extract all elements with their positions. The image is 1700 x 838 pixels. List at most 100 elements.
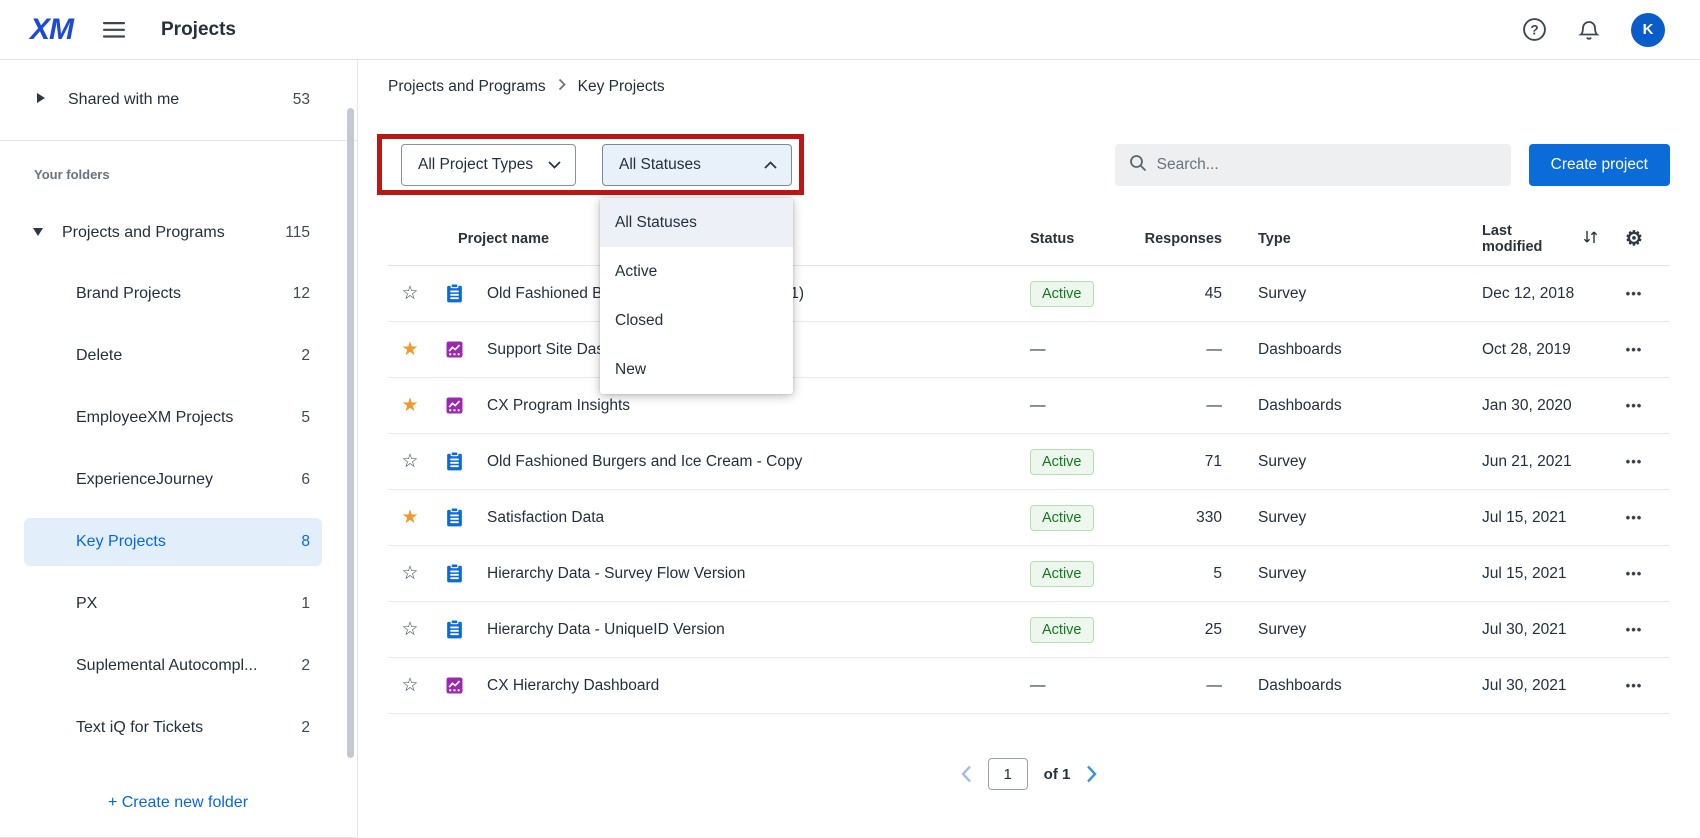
breadcrumb-chevron-icon (558, 78, 566, 96)
project-name[interactable]: Satisfaction Data (476, 509, 1020, 527)
folder-label: Brand Projects (76, 285, 293, 303)
breadcrumb-item-projects-and-programs[interactable]: Projects and Programs (388, 78, 546, 96)
status-dropdown-menu: All StatusesActiveClosedNew (600, 198, 793, 394)
project-type-select[interactable]: All Project Types (401, 144, 576, 186)
folder-count: 1 (301, 595, 310, 613)
status-cell: — (1020, 677, 1128, 695)
folder-label: Text iQ for Tickets (76, 719, 301, 737)
folder-count: 2 (301, 719, 310, 737)
status-option-closed[interactable]: Closed (600, 296, 793, 345)
type-cell: Dashboards (1228, 397, 1458, 415)
row-actions-button[interactable]: ••• (1598, 342, 1670, 357)
next-page-button[interactable] (1086, 765, 1097, 783)
row-actions-button[interactable]: ••• (1598, 454, 1670, 469)
modified-cell: Jul 30, 2021 (1458, 677, 1598, 695)
row-actions-button[interactable]: ••• (1598, 398, 1670, 413)
status-option-new[interactable]: New (600, 345, 793, 394)
table-row[interactable]: ★CX Program Insights——DashboardsJan 30, … (388, 378, 1670, 434)
table-row[interactable]: ☆Hierarchy Data - UniqueID VersionActive… (388, 602, 1670, 658)
status-option-active[interactable]: Active (600, 247, 793, 296)
sidebar-item-experiencejourney[interactable]: ExperienceJourney6 (24, 456, 322, 504)
status-empty: — (1030, 397, 1046, 414)
column-header-status[interactable]: Status (1020, 231, 1128, 247)
global-nav-menu-icon[interactable] (103, 22, 125, 38)
sidebar-item-delete[interactable]: Delete2 (24, 332, 322, 380)
help-button[interactable]: ? (1522, 17, 1547, 42)
sidebar-item-suplemental-autocompl[interactable]: Suplemental Autocompl...2 (24, 642, 322, 690)
last-modified-label: Last modified (1482, 223, 1576, 255)
project-name[interactable]: CX Program Insights (476, 397, 1020, 415)
notifications-bell-button[interactable] (1577, 18, 1601, 42)
search-input[interactable] (1157, 156, 1497, 174)
star-filled-icon[interactable]: ★ (388, 506, 432, 529)
star-outline-icon[interactable]: ☆ (388, 674, 432, 697)
star-outline-icon[interactable]: ☆ (388, 618, 432, 641)
sidebar-folder-list: Brand Projects12Delete2EmployeeXM Projec… (0, 270, 357, 752)
star-outline-icon[interactable]: ☆ (388, 562, 432, 585)
column-header-responses[interactable]: Responses (1128, 231, 1228, 247)
star-filled-icon[interactable]: ★ (388, 394, 432, 417)
folder-label: PX (76, 595, 301, 613)
chevron-down-icon (32, 224, 44, 242)
status-select[interactable]: All Statuses (602, 144, 792, 186)
sidebar-item-employeexm-projects[interactable]: EmployeeXM Projects5 (24, 394, 322, 442)
project-name[interactable]: CX Hierarchy Dashboard (476, 677, 1020, 695)
responses-cell: — (1128, 677, 1228, 695)
sidebar-item-shared-with-me[interactable]: Shared with me 53 (0, 60, 357, 141)
responses-cell: 25 (1128, 621, 1228, 639)
dashboard-icon (432, 339, 476, 360)
create-new-folder-button[interactable]: + Create new folder (108, 794, 248, 812)
top-bar: XM Projects ? K (0, 0, 1700, 60)
table-row[interactable]: ★Satisfaction DataActive330SurveyJul 15,… (388, 490, 1670, 546)
star-outline-icon[interactable]: ☆ (388, 450, 432, 473)
folder-count: 2 (301, 347, 310, 365)
sidebar-item-projects-and-programs[interactable]: Projects and Programs 115 (0, 224, 357, 242)
star-filled-icon[interactable]: ★ (388, 338, 432, 361)
shared-with-me-label: Shared with me (68, 91, 293, 109)
table-row[interactable]: ☆ Old Fashioned Burgers and Ice Cream - C… (388, 434, 1670, 490)
page-number-input[interactable] (988, 758, 1028, 790)
modified-cell: Dec 12, 2018 (1458, 285, 1598, 303)
folder-count: 5 (301, 409, 310, 427)
table-row[interactable]: ☆Old Fashioned Burgers and Ice Cream (Qu… (388, 266, 1670, 322)
column-header-last-modified[interactable]: Last modified (1458, 223, 1598, 255)
page-title: Projects (161, 19, 236, 41)
folder-label: Suplemental Autocompl... (76, 657, 301, 675)
previous-page-button[interactable] (961, 765, 972, 783)
folder-count: 6 (301, 471, 310, 489)
star-outline-icon[interactable]: ☆ (388, 282, 432, 305)
user-avatar[interactable]: K (1631, 13, 1665, 47)
table-row[interactable]: ★Support Site Dashboard——DashboardsOct 2… (388, 322, 1670, 378)
status-option-all-statuses[interactable]: All Statuses (600, 198, 793, 247)
create-project-button[interactable]: Create project (1529, 144, 1670, 186)
your-folders-label: Your folders (34, 167, 357, 182)
type-cell: Dashboards (1228, 341, 1458, 359)
sidebar-item-px[interactable]: PX1 (24, 580, 322, 628)
row-actions-button[interactable]: ••• (1598, 622, 1670, 637)
table-row[interactable]: ☆CX Hierarchy Dashboard——DashboardsJul 3… (388, 658, 1670, 714)
folder-label: EmployeeXM Projects (76, 409, 301, 427)
svg-text:?: ? (1530, 22, 1538, 37)
main-content: Projects and Programs Key Projects All P… (358, 60, 1700, 838)
modified-cell: Jul 30, 2021 (1458, 621, 1598, 639)
row-actions-button[interactable]: ••• (1598, 286, 1670, 301)
sidebar-item-text-iq-for-tickets[interactable]: Text iQ for Tickets2 (24, 704, 322, 752)
folder-label: Key Projects (76, 533, 301, 551)
table-row[interactable]: ☆Hierarchy Data - Survey Flow VersionAct… (388, 546, 1670, 602)
project-name[interactable]: Hierarchy Data - UniqueID Version (476, 621, 1020, 639)
status-cell: — (1020, 341, 1128, 359)
modified-cell: Jan 30, 2020 (1458, 397, 1598, 415)
row-actions-button[interactable]: ••• (1598, 566, 1670, 581)
type-cell: Survey (1228, 285, 1458, 303)
sidebar-scrollbar[interactable] (347, 108, 354, 758)
sidebar-item-key-projects[interactable]: Key Projects8 (24, 518, 322, 566)
xm-logo[interactable]: XM (30, 13, 73, 47)
project-name[interactable]: Old Fashioned Burgers and Ice Cream - Co… (476, 453, 1020, 471)
row-actions-button[interactable]: ••• (1598, 510, 1670, 525)
sidebar-item-brand-projects[interactable]: Brand Projects12 (24, 270, 322, 318)
column-header-type[interactable]: Type (1228, 231, 1458, 247)
chevron-right-icon (36, 91, 46, 109)
project-name[interactable]: Hierarchy Data - Survey Flow Version (476, 565, 1020, 583)
table-settings-button[interactable]: ⚙ (1598, 226, 1670, 251)
row-actions-button[interactable]: ••• (1598, 678, 1670, 693)
